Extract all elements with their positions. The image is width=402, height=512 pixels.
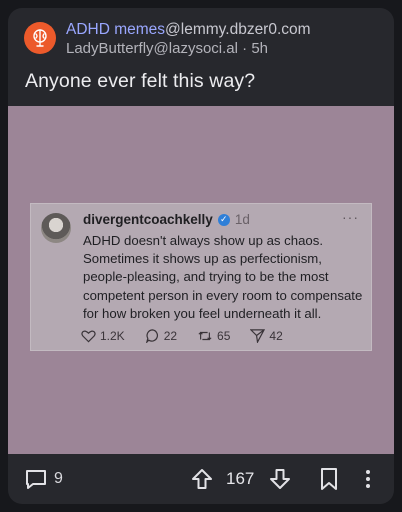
post-image[interactable]: divergentcoachkelly ✓ 1d ··· ADHD doesn'… xyxy=(8,106,394,454)
tweet-username: divergentcoachkelly xyxy=(83,212,213,227)
save-button[interactable] xyxy=(318,467,340,496)
byline-separator: · xyxy=(237,40,252,57)
comment-icon xyxy=(26,470,46,489)
bookmark-icon xyxy=(321,468,337,490)
comments-button[interactable]: 9 xyxy=(24,467,63,491)
post-footer: 9 167 xyxy=(8,454,394,504)
author-link[interactable]: LadyButterfly@lazysoci.al xyxy=(66,40,238,57)
verified-badge-icon: ✓ xyxy=(217,213,230,226)
tweet-shares: 42 xyxy=(269,328,283,343)
retweet-icon xyxy=(198,331,212,340)
upvote-button[interactable] xyxy=(190,467,214,496)
post-card[interactable]: ADHD memes@lemmy.dbzer0.com LadyButterfl… xyxy=(8,8,394,504)
post-title[interactable]: Anyone ever felt this way? xyxy=(25,70,255,93)
post-header: ADHD memes@lemmy.dbzer0.com LadyButterfl… xyxy=(24,20,311,58)
post-age: 5h xyxy=(251,40,268,57)
reply-icon xyxy=(145,329,158,343)
tweet-replies: 22 xyxy=(163,328,178,343)
tweet-actions: 1.2K 22 65 42 xyxy=(81,328,303,343)
tweet-more-icon: ··· xyxy=(342,209,359,225)
tweet-likes: 1.2K xyxy=(100,328,125,343)
downvote-button[interactable] xyxy=(268,467,292,496)
tweet-card: divergentcoachkelly ✓ 1d ··· ADHD doesn'… xyxy=(30,203,372,351)
community-avatar[interactable] xyxy=(24,22,56,54)
arrow-down-icon xyxy=(270,469,290,489)
heart-icon xyxy=(81,329,96,342)
community-link[interactable]: ADHD memes@lemmy.dbzer0.com xyxy=(66,20,311,39)
more-options-button[interactable] xyxy=(362,467,374,496)
tweet-avatar xyxy=(41,213,71,243)
tweet-retweets: 65 xyxy=(217,328,231,343)
arrow-up-icon xyxy=(192,469,212,489)
vote-score: 167 xyxy=(226,469,255,488)
more-vertical-icon xyxy=(366,470,370,488)
share-icon xyxy=(250,329,266,343)
comment-count: 9 xyxy=(54,470,63,487)
community-instance: @lemmy.dbzer0.com xyxy=(165,21,311,38)
community-name: ADHD memes xyxy=(66,21,166,38)
tweet-time: 1d xyxy=(234,212,250,227)
tweet-text: ADHD doesn't always show up as chaos. So… xyxy=(83,233,363,321)
brain-icon xyxy=(33,29,47,47)
